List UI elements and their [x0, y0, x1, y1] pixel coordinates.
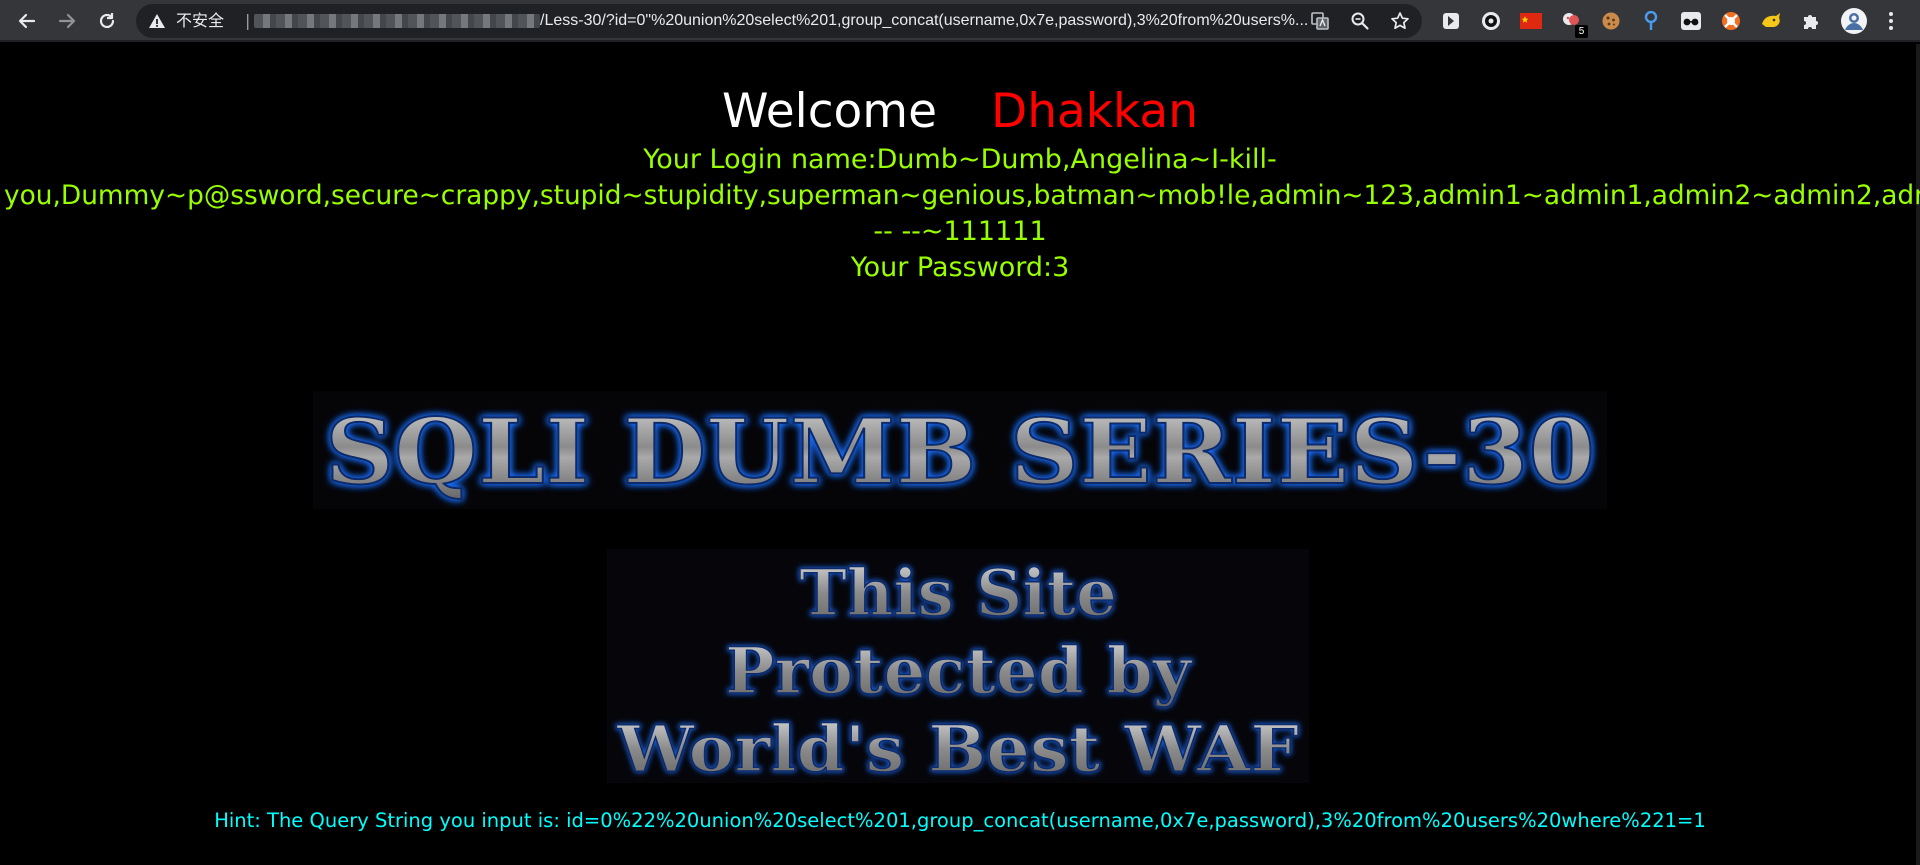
- welcome-label: Welcome: [722, 84, 937, 139]
- login-result: Your Login name:Dumb~Dumb,Angelina~I-kil…: [0, 142, 1920, 286]
- forward-arrow-icon[interactable]: [52, 6, 82, 36]
- zoom-icon[interactable]: [1350, 11, 1370, 31]
- extension-glasses-icon[interactable]: [1680, 10, 1702, 32]
- waf-line-2: Protected by: [725, 634, 1193, 709]
- profile-avatar[interactable]: [1840, 7, 1868, 35]
- extension-cookie-badge-icon[interactable]: 5: [1560, 10, 1588, 38]
- welcome-heading: Welcome Dhakkan: [0, 84, 1920, 140]
- extension-tamper-icon[interactable]: [1760, 10, 1782, 32]
- warning-icon[interactable]: [148, 12, 166, 30]
- extension-pin-icon[interactable]: [1640, 10, 1662, 32]
- back-arrow-icon[interactable]: [12, 6, 42, 36]
- password-line: Your Password:3: [850, 252, 1070, 283]
- translate-icon[interactable]: [1310, 11, 1330, 31]
- series-banner-image: SQLI DUMB SERIES-30: [313, 391, 1607, 509]
- extensions-puzzle-icon[interactable]: [1800, 10, 1822, 32]
- address-bar[interactable]: 不安全 | /Less-30/?id=0"%20union%20select%2…: [136, 4, 1422, 38]
- login-name-line-3: -- --~111111: [873, 216, 1047, 247]
- waf-banner-image: This Site Protected by World's Best WAF: [607, 549, 1309, 788]
- security-label[interactable]: 不安全: [176, 4, 224, 38]
- query-hint: Hint: The Query String you input is: id=…: [214, 809, 1706, 832]
- extension-flag-icon[interactable]: [1520, 10, 1542, 32]
- menu-kebab-icon[interactable]: [1880, 10, 1902, 32]
- banner-text: SQLI DUMB SERIES-30: [325, 399, 1595, 505]
- waf-line-1: This Site: [799, 556, 1117, 631]
- extension-arrow-icon[interactable]: [1440, 10, 1462, 32]
- reload-icon[interactable]: [92, 6, 122, 36]
- login-name-line-2: you,Dummy~p@ssword,secure~crappy,stupid~…: [4, 180, 1920, 211]
- browser-toolbar: 不安全 | /Less-30/?id=0"%20union%20select%2…: [0, 0, 1920, 42]
- url-host-redacted: [254, 14, 540, 28]
- bookmark-star-icon[interactable]: [1390, 11, 1410, 31]
- waf-line-3: World's Best WAF: [616, 712, 1299, 783]
- url-text[interactable]: /Less-30/?id=0"%20union%20select%201,gro…: [540, 4, 1428, 38]
- extension-ring-icon[interactable]: [1480, 10, 1502, 32]
- extension-cookie-icon[interactable]: [1600, 10, 1622, 32]
- login-name-line-1: Your Login name:Dumb~Dumb,Angelina~I-kil…: [643, 144, 1277, 175]
- welcome-name: Dhakkan: [991, 84, 1198, 139]
- url-separator: |: [245, 11, 251, 30]
- extension-lifebuoy-icon[interactable]: [1720, 10, 1742, 32]
- extension-badge-count: 5: [1575, 25, 1588, 38]
